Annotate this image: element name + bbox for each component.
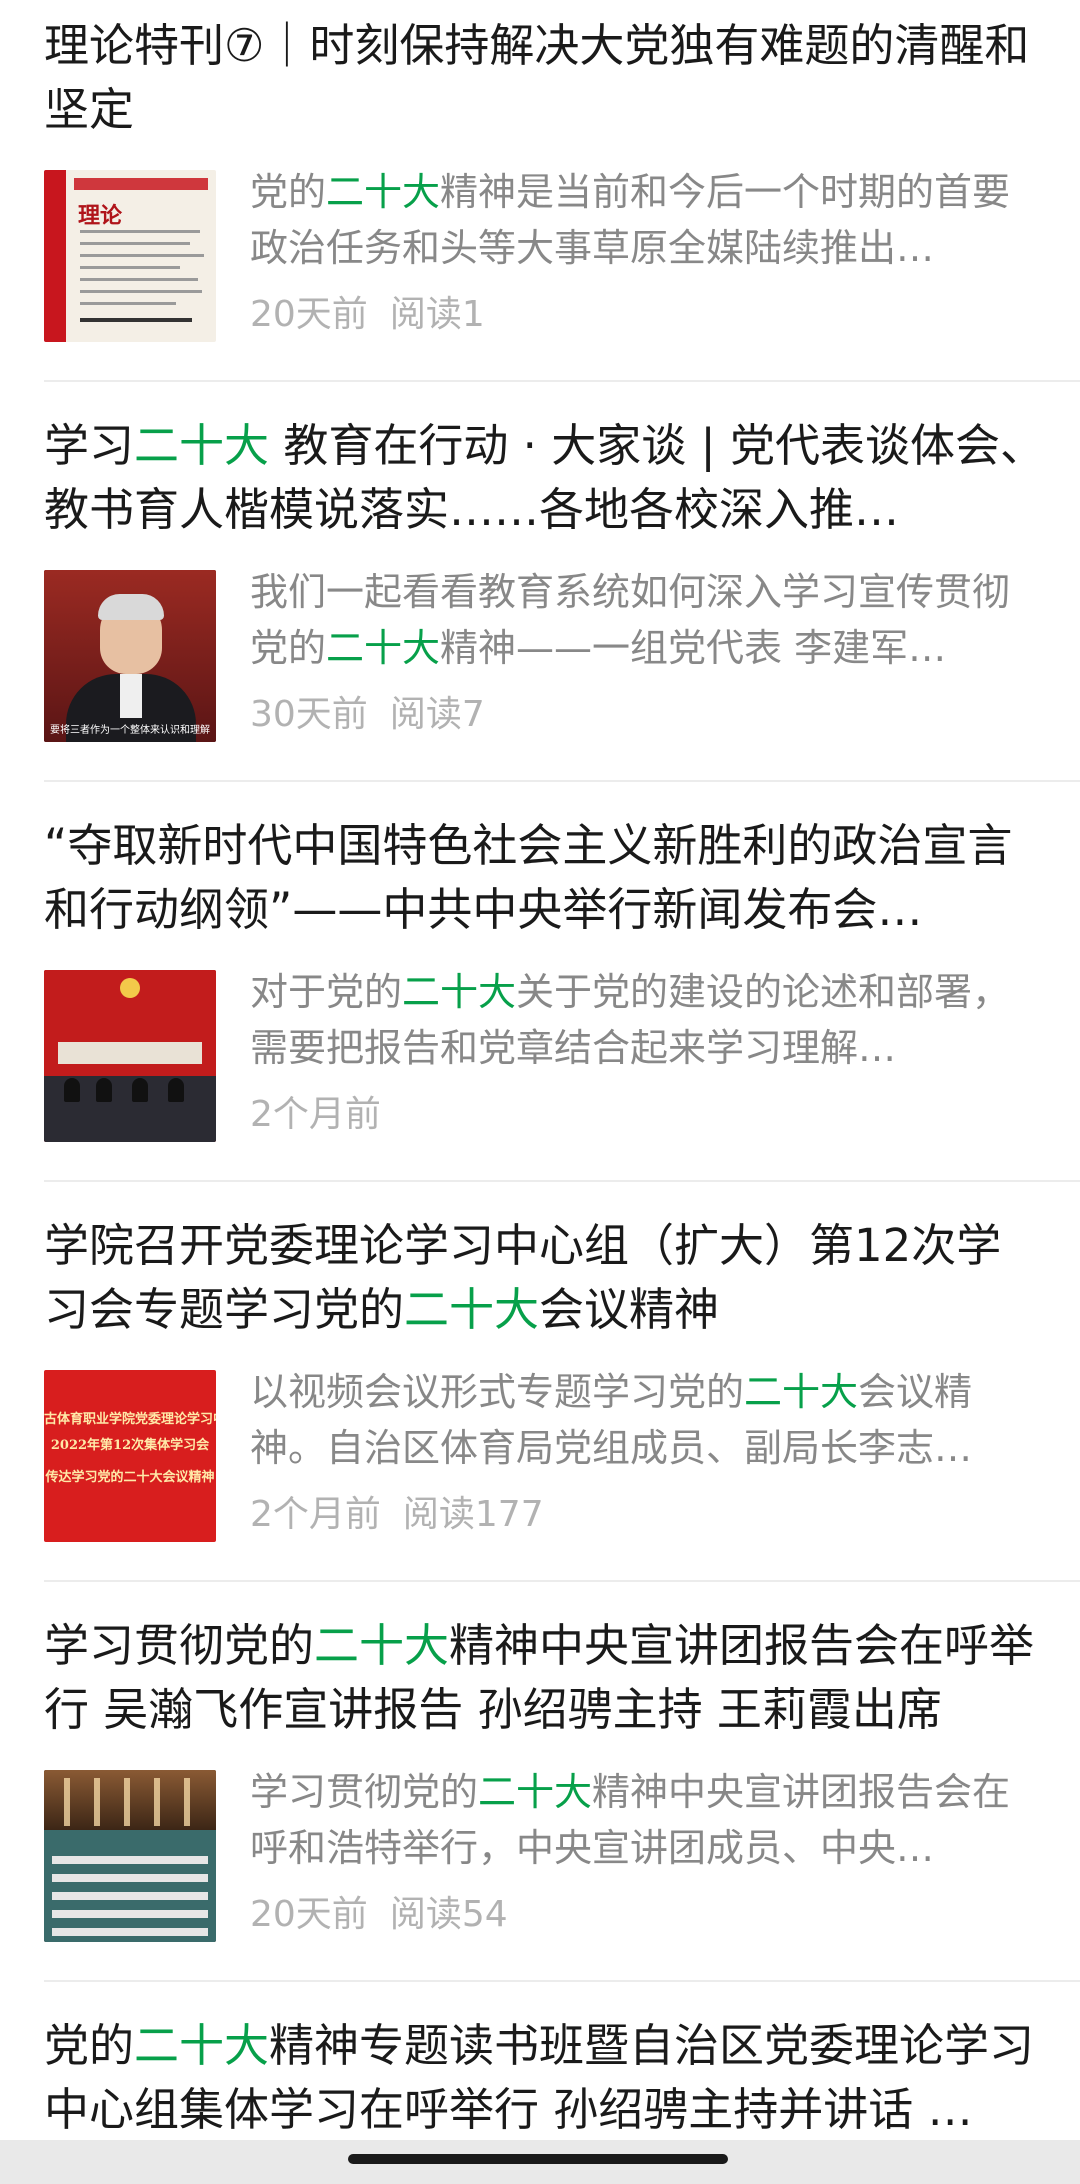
divider	[44, 1580, 1080, 1582]
article-summary: 我们一起看看教育系统如何深入学习宣传贯彻党的二十大精神——一组党代表 李建军…	[250, 564, 1046, 676]
text-segment: 精神——一组党代表 李建军…	[440, 626, 947, 670]
article-title[interactable]: 理论特刊⑦｜时刻保持解决大党独有难题的清醒和坚定	[44, 14, 1046, 142]
text-segment: 党的	[44, 2019, 135, 2072]
article-item-5[interactable]: 学习贯彻党的二十大精神中央宣讲团报告会在呼举行 吴瀚飞作宣讲报告 孙绍骋主持 王…	[0, 1614, 1080, 1982]
read-count: 阅读7	[389, 694, 485, 735]
read-count: 阅读54	[389, 1894, 508, 1935]
system-nav-bar	[0, 2140, 1080, 2184]
article-title[interactable]: “夺取新时代中国特色社会主义新胜利的政治宣言和行动纲领”——中共中央举行新闻发布…	[44, 814, 1046, 942]
publish-time: 2个月前	[250, 1094, 381, 1135]
text-segment: 对于党的	[250, 970, 403, 1014]
text-segment: 以视频会议形式专题学习党的	[250, 1370, 745, 1414]
publish-time: 2个月前	[250, 1494, 381, 1535]
divider	[44, 380, 1080, 382]
text-segment: 学习	[44, 419, 135, 472]
article-meta: 30天前 阅读7	[250, 690, 1046, 740]
article-summary: 以视频会议形式专题学习党的二十大会议精神。自治区体育局党组成员、副局长李志…	[250, 1364, 1046, 1476]
thumbnail-text: 传达学习党的二十大会议精神	[45, 1470, 215, 1485]
article-title[interactable]: 学院召开党委理论学习中心组（扩大）第12次学习会专题学习党的二十大会议精神	[44, 1214, 1046, 1342]
article-item-4[interactable]: 学院召开党委理论学习中心组（扩大）第12次学习会专题学习党的二十大会议精神 古体…	[0, 1214, 1080, 1582]
text-segment: 党的	[250, 170, 327, 214]
article-thumbnail[interactable]: 理论	[44, 170, 216, 342]
thumbnail-text: 古体育职业学院党委理论学习中	[44, 1412, 216, 1427]
highlight-keyword: 二十大	[326, 170, 441, 214]
divider	[44, 1980, 1080, 1982]
text-segment: 学习贯彻党的	[250, 1770, 479, 1814]
publish-time: 20天前	[250, 1894, 368, 1935]
article-title[interactable]: 党的二十大精神专题读书班暨自治区党委理论学习中心组集体学习在呼举行 孙绍骋主持并…	[44, 2014, 1046, 2142]
home-indicator[interactable]	[348, 2154, 728, 2164]
article-thumbnail[interactable]	[44, 1770, 216, 1942]
highlight-keyword: 二十大	[744, 1370, 859, 1414]
article-thumbnail[interactable]: 古体育职业学院党委理论学习中 2022年第12次集体学习会 传达学习党的二十大会…	[44, 1370, 216, 1542]
highlight-keyword: 二十大	[314, 1619, 450, 1672]
article-meta: 2个月前 阅读177	[250, 1490, 1046, 1540]
article-thumbnail[interactable]	[44, 970, 216, 1142]
publish-time: 30天前	[250, 694, 368, 735]
article-meta: 2个月前	[250, 1090, 1046, 1140]
article-item-1[interactable]: 理论特刊⑦｜时刻保持解决大党独有难题的清醒和坚定 理论 党的二十大精神是当前和今…	[0, 14, 1080, 382]
highlight-keyword: 二十大	[134, 419, 270, 472]
highlight-keyword: 二十大	[326, 626, 441, 670]
divider	[44, 1180, 1080, 1182]
text-segment: 理论特刊⑦｜时刻保持解决大党独有难题的清醒和坚定	[44, 19, 1030, 136]
highlight-keyword: 二十大	[404, 1283, 540, 1336]
highlight-keyword: 二十大	[134, 2019, 270, 2072]
thumbnail-text: 2022年第12次集体学习会	[50, 1438, 210, 1453]
article-title[interactable]: 学习贯彻党的二十大精神中央宣讲团报告会在呼举行 吴瀚飞作宣讲报告 孙绍骋主持 王…	[44, 1614, 1046, 1742]
read-count: 阅读177	[402, 1494, 544, 1535]
read-count: 阅读1	[389, 294, 485, 335]
highlight-keyword: 二十大	[478, 1770, 593, 1814]
divider	[44, 780, 1080, 782]
text-segment: “夺取新时代中国特色社会主义新胜利的政治宣言和行动纲领”——中共中央举行新闻发布…	[44, 819, 1013, 936]
publish-time: 20天前	[250, 294, 368, 335]
highlight-keyword: 二十大	[402, 970, 517, 1014]
article-thumbnail[interactable]: 要将三者作为一个整体来认识和理解	[44, 570, 216, 742]
article-item-2[interactable]: 学习二十大 教育在行动 · 大家谈 | 党代表谈体会、教书育人楷模说落实……各地…	[0, 414, 1080, 782]
article-summary: 对于党的二十大关于党的建设的论述和部署，需要把报告和党章结合起来学习理解…	[250, 964, 1046, 1076]
article-summary: 党的二十大精神是当前和今后一个时期的首要政治任务和头等大事草原全媒陆续推出…	[250, 164, 1046, 276]
article-meta: 20天前 阅读1	[250, 290, 1046, 340]
article-item-3[interactable]: “夺取新时代中国特色社会主义新胜利的政治宣言和行动纲领”——中共中央举行新闻发布…	[0, 814, 1080, 1182]
text-segment: 学习贯彻党的	[44, 1619, 315, 1672]
text-segment: 会议精神	[539, 1283, 720, 1336]
article-summary: 学习贯彻党的二十大精神中央宣讲团报告会在呼和浩特举行，中央宣讲团成员、中央…	[250, 1764, 1046, 1876]
article-meta: 20天前 阅读54	[250, 1890, 1046, 1940]
thumbnail-caption: 要将三者作为一个整体来认识和理解	[50, 725, 210, 736]
article-title[interactable]: 学习二十大 教育在行动 · 大家谈 | 党代表谈体会、教书育人楷模说落实……各地…	[44, 414, 1046, 542]
